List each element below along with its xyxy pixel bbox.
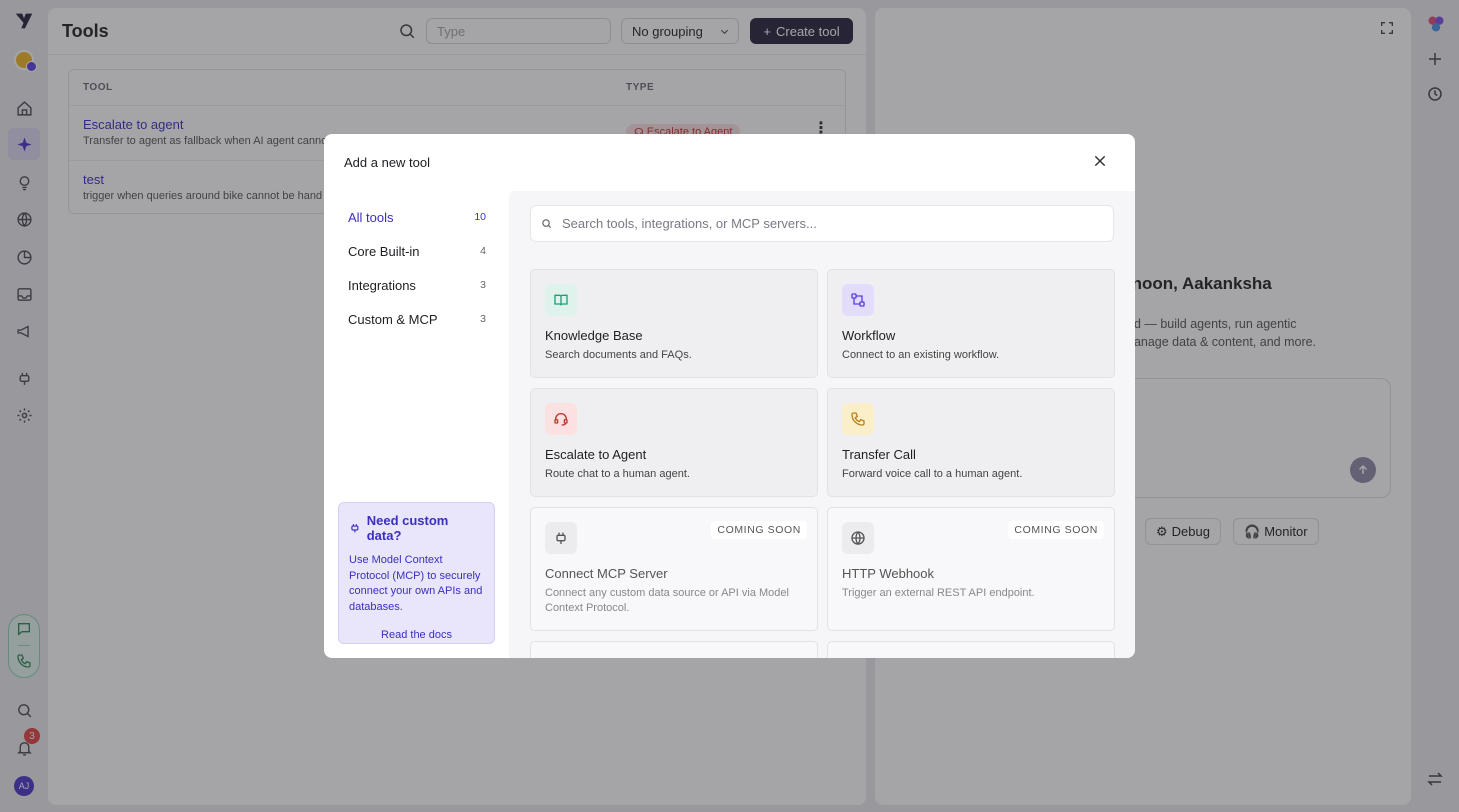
category-custom-mcp[interactable]: Custom & MCP 3: [338, 302, 496, 336]
tool-card-description: Connect to an existing workflow.: [842, 349, 1000, 361]
tool-card-http-webhook: COMING SOON HTTP Webhook Trigger an exte…: [827, 507, 1115, 631]
tool-card-escalate-to-agent[interactable]: Escalate to Agent Route chat to a human …: [530, 388, 818, 497]
plug-icon: [545, 522, 577, 554]
coming-soon-badge: COMING SOON: [711, 521, 807, 539]
tool-card-knowledge-base[interactable]: Knowledge Base Search documents and FAQs…: [530, 269, 818, 378]
tool-card-title: Escalate to Agent: [545, 447, 647, 462]
category-label: Integrations: [348, 277, 416, 293]
tool-card-title: Knowledge Base: [545, 328, 643, 343]
tool-card-description: Forward voice call to a human agent.: [842, 468, 1023, 480]
tool-card-transfer-call[interactable]: Transfer Call Forward voice call to a hu…: [827, 388, 1115, 497]
tool-card-title: Workflow: [842, 328, 896, 343]
category-all-tools[interactable]: All tools 10: [338, 200, 496, 234]
mcp-promo-title: Need custom data?: [366, 513, 449, 543]
workflow-icon: [842, 284, 874, 316]
tool-catalog: Knowledge Base Search documents and FAQs…: [509, 191, 1135, 658]
category-core-built-in[interactable]: Core Built-in 4: [338, 234, 496, 268]
mcp-promo-body: Use Model Context Protocol (MCP) to secu…: [349, 554, 483, 613]
tool-search-field[interactable]: [530, 205, 1114, 242]
category-integrations[interactable]: Integrations 3: [338, 268, 496, 302]
close-icon[interactable]: [1092, 153, 1108, 169]
tool-card-description: Connect any custom data source or API vi…: [545, 587, 789, 614]
category-label: Custom & MCP: [348, 311, 438, 327]
category-count: 4: [480, 245, 486, 257]
coming-soon-badge: COMING SOON: [1008, 521, 1104, 539]
category-label: All tools: [348, 209, 394, 225]
tool-card-title: Transfer Call: [842, 447, 916, 462]
headset-icon: [545, 403, 577, 435]
globe-icon: [842, 522, 874, 554]
phone-icon: [842, 403, 874, 435]
tool-card-connect-mcp-server: COMING SOON Connect MCP Server Connect a…: [530, 507, 818, 631]
category-label: Core Built-in: [348, 243, 420, 259]
read-docs-link[interactable]: Read the docs: [349, 629, 484, 641]
book-icon: [545, 284, 577, 316]
mcp-promo-heading: Need custom data?: [349, 513, 484, 543]
category-list: All tools 10 Core Built-in 4 Integrations 3…: [338, 200, 496, 336]
category-count: 3: [480, 279, 486, 291]
search-icon: [542, 219, 552, 229]
tool-card-description: Route chat to a human agent.: [545, 468, 690, 480]
mcp-promo-card: Need custom data? Use Model Context Prot…: [338, 502, 495, 644]
tool-card-partial: [530, 641, 818, 658]
tool-card-title: Connect MCP Server: [545, 566, 668, 581]
tool-card-description: Search documents and FAQs.: [545, 349, 692, 361]
tool-card-partial: [827, 641, 1115, 658]
add-tool-modal: Add a new tool All tools 10 Core Built-in…: [324, 134, 1135, 658]
category-count: 3: [480, 313, 486, 325]
tool-card-description: Trigger an external REST API endpoint.: [842, 587, 1035, 599]
tool-card-title: HTTP Webhook: [842, 566, 935, 581]
category-count: 10: [474, 211, 486, 223]
tool-card-workflow[interactable]: Workflow Connect to an existing workflow…: [827, 269, 1115, 378]
modal-title: Add a new tool: [344, 155, 431, 170]
tool-search-input[interactable]: [562, 216, 1102, 231]
plug-icon: [351, 524, 359, 533]
